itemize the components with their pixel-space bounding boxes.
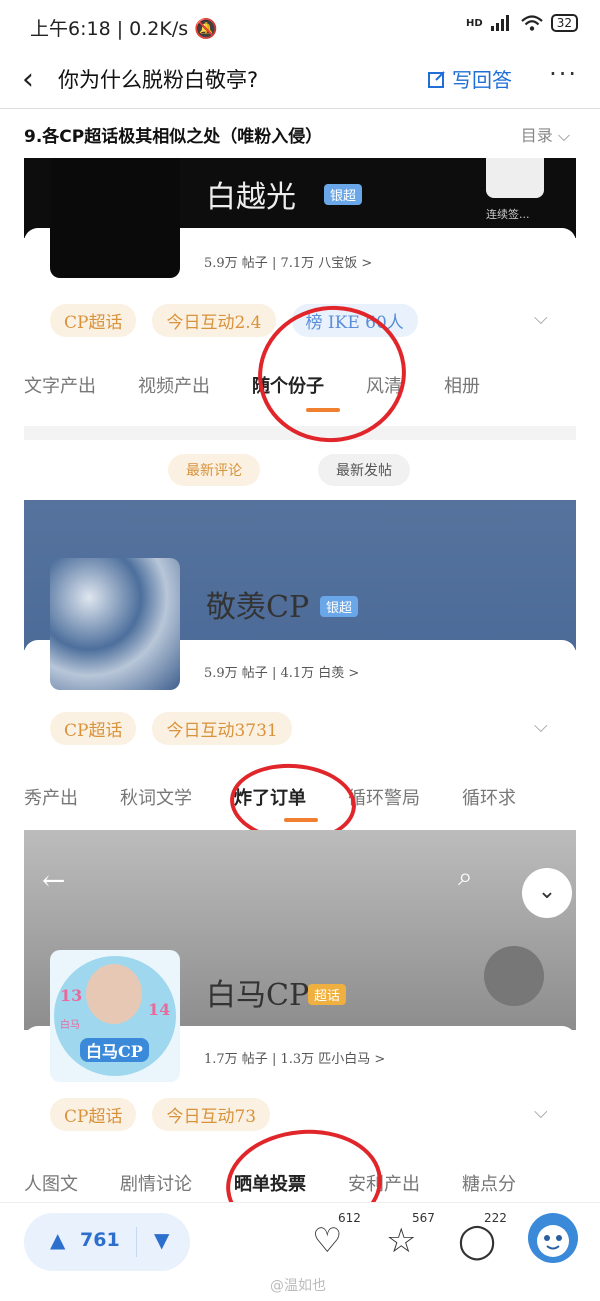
card3-avatar-top-text: 白马 xyxy=(60,1020,80,1031)
upvote-icon[interactable]: ▲ xyxy=(50,1228,65,1252)
card2-tab-2[interactable]: 秋词文学 xyxy=(120,784,192,810)
status-time: 上午6:18 | 0.2K/s 🔕 xyxy=(30,18,218,40)
card1-stats[interactable]: 5.9万 帖子 | 7.1万 八宝饭 > xyxy=(204,252,372,271)
card1-tabs: 文字产出 视频产出 随个份子 风清 相册 xyxy=(24,372,480,398)
favorite-button[interactable]: ☆ 567 xyxy=(386,1211,435,1261)
more-icon[interactable]: ··· xyxy=(549,60,578,88)
status-icons: HD 32 xyxy=(466,14,578,32)
card2-tab-4[interactable]: 循环警局 xyxy=(348,784,420,810)
mascot-avatar[interactable] xyxy=(528,1213,578,1263)
card2-expand-icon[interactable]: ⌵ xyxy=(534,716,548,737)
card2-level-badge: 银超 xyxy=(320,596,359,617)
card3-topic-name: 白马CP xyxy=(206,978,310,1013)
card2-chips: CP超话 今日互动3731 xyxy=(50,712,292,745)
upvote-count: 761 xyxy=(80,1229,120,1251)
silent-bell-icon: 🔕 xyxy=(194,18,218,40)
card3-calendar-icon[interactable] xyxy=(484,946,544,1006)
card3-avatar-left-num: 13 xyxy=(60,986,83,1005)
card2-topic-name: 敬羡CP xyxy=(206,590,310,625)
card1-chip-cp[interactable]: CP超话 xyxy=(50,304,137,337)
card1-topic-name: 白越光 xyxy=(206,180,296,215)
watermark: @温如也 xyxy=(270,1278,326,1294)
wifi-icon xyxy=(520,15,543,31)
card1-level-badge: 银超 xyxy=(324,184,363,205)
status-bar: 上午6:18 | 0.2K/s 🔕 HD 32 xyxy=(0,0,600,52)
like-button[interactable]: ♡ 612 xyxy=(312,1211,361,1261)
signal-icon xyxy=(490,15,509,31)
comment-bubble-icon: ◯ xyxy=(458,1221,497,1261)
calendar-icon[interactable] xyxy=(486,158,544,198)
card3-chips: CP超话 今日互动73 xyxy=(50,1098,271,1131)
back-chevron-icon[interactable]: ‹ xyxy=(22,62,34,97)
card3-avatar: 白马 13 14 白马CP xyxy=(50,950,180,1082)
card3-stats[interactable]: 1.7万 帖子 | 1.3万 匹小白马 > xyxy=(204,1048,385,1067)
bottom-action-bar: ▲ 761 ▼ ♡ 612 ☆ 567 ◯ 222 @温如也 xyxy=(0,1202,600,1301)
card3-search-icon[interactable]: ⌕ xyxy=(458,862,473,893)
card1-checkin-label: 连续签... xyxy=(486,208,530,221)
question-title: 你为什么脱粉白敬亭? xyxy=(58,68,259,92)
edit-icon xyxy=(428,70,445,88)
card3-tab-1[interactable]: 人图文 xyxy=(24,1170,78,1196)
card1-latest-post-button[interactable]: 最新发帖 xyxy=(318,454,410,486)
card3-avatar-center-text: 白马CP xyxy=(80,1038,149,1062)
card3-back-arrow-icon[interactable]: ← xyxy=(42,864,65,897)
comment-count: 222 xyxy=(484,1211,507,1225)
downvote-icon[interactable]: ▼ xyxy=(154,1228,169,1252)
card1-tab-2[interactable]: 视频产出 xyxy=(138,372,210,398)
comment-button[interactable]: ◯ 222 xyxy=(458,1211,507,1261)
section-title: 9.各CP超话极其相似之处（唯粉入侵） xyxy=(24,127,323,147)
card3-chip-interact[interactable]: 今日互动73 xyxy=(152,1098,271,1131)
toc-button[interactable]: 目录 ⌵ xyxy=(521,122,570,146)
card2-tab-5[interactable]: 循环求 xyxy=(462,784,516,810)
card2-stats[interactable]: 5.9万 帖子 | 4.1万 白羡 > xyxy=(204,662,359,681)
section-bar: 9.各CP超话极其相似之处（唯粉入侵） 目录 ⌵ xyxy=(0,110,600,156)
card1-tab-5[interactable]: 相册 xyxy=(444,372,480,398)
heart-icon: ♡ xyxy=(312,1221,343,1261)
vote-box: ▲ 761 ▼ xyxy=(24,1213,190,1271)
favorite-count: 567 xyxy=(412,1211,435,1225)
card3-tab-2[interactable]: 剧情讨论 xyxy=(120,1170,192,1196)
card2-chip-cp[interactable]: CP超话 xyxy=(50,712,137,745)
card1-chip-interact[interactable]: 今日互动2.4 xyxy=(152,304,276,337)
card2-avatar xyxy=(50,558,180,690)
write-answer-label: 写回答 xyxy=(452,68,512,92)
card1-latest-comment-button[interactable]: 最新评论 xyxy=(168,454,260,486)
card1-avatar xyxy=(50,158,180,278)
card2-tab-1[interactable]: 秀产出 xyxy=(24,784,78,810)
card3-expand-icon[interactable]: ⌵ xyxy=(534,1102,548,1123)
card1-tab-1[interactable]: 文字产出 xyxy=(24,372,96,398)
hd-signal-icon: HD xyxy=(466,17,483,29)
card3-avatar-right-num: 14 xyxy=(148,1000,171,1019)
card1-expand-icon[interactable]: ⌵ xyxy=(534,308,548,329)
card3-level-badge: 超话 xyxy=(308,984,347,1005)
battery-icon: 32 xyxy=(550,14,578,32)
chevron-down-icon: ⌵ xyxy=(557,126,570,145)
write-answer-button[interactable]: 写回答 xyxy=(428,64,512,93)
star-icon: ☆ xyxy=(386,1221,417,1261)
card3-chip-cp[interactable]: CP超话 xyxy=(50,1098,137,1131)
like-count: 612 xyxy=(338,1211,361,1225)
mascot-face-icon xyxy=(537,1225,569,1257)
card3-collapse-button[interactable]: ⌄ xyxy=(522,868,572,918)
card2-chip-interact[interactable]: 今日互动3731 xyxy=(152,712,292,745)
card3-tab-5[interactable]: 糖点分 xyxy=(462,1170,516,1196)
nav-bar: ‹ 你为什么脱粉白敬亭? 写回答 ··· xyxy=(0,52,600,109)
